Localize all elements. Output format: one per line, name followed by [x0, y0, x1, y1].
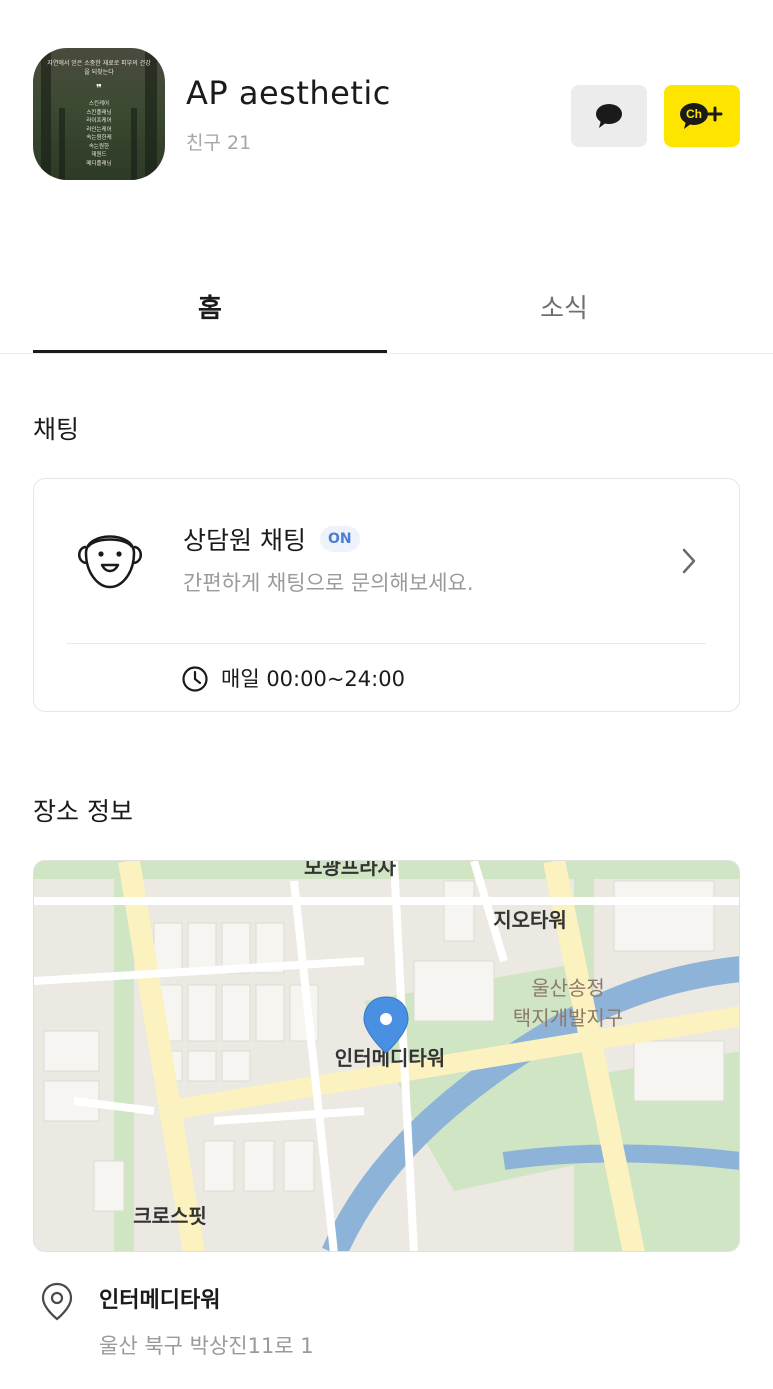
channel-add-icon: Ch [680, 103, 723, 129]
svg-text:크로스핏: 크로스핏 [133, 1204, 207, 1228]
chat-bubble-icon [596, 104, 622, 128]
place-address[interactable]: 울산 북구 박상진11로 1 [99, 1330, 314, 1360]
add-channel-button[interactable]: Ch [664, 85, 740, 147]
channel-avatar[interactable]: 자연에서 얻은 소중한 재료로 피부의 건강을 되찾는다 ❞ 스킨케어 스킨플래… [33, 48, 165, 180]
tab-news[interactable]: 소식 [387, 288, 741, 325]
avatar-quote: 자연에서 얻은 소중한 재료로 피부의 건강을 되찾는다 [47, 60, 151, 76]
agent-chat-title: 상담원 채팅 [183, 526, 306, 555]
svg-text:Ch: Ch [686, 107, 702, 121]
location-section-title: 장소 정보 [33, 797, 133, 826]
card-divider [66, 643, 706, 644]
avatar-item-list: 스킨케어 스킨플래닝 라이프케어 라인는케어 속는원한케 속는원한 재원드 메디… [86, 101, 112, 167]
chevron-right-icon [682, 548, 696, 574]
agent-chat-card[interactable]: 상담원 채팅 ON 간편하게 채팅으로 문의해보세요. 매일 00:00~24:… [33, 478, 740, 712]
friend-count: 친구 21 [186, 132, 252, 154]
tab-divider [0, 353, 773, 354]
clock-icon [182, 666, 208, 692]
svg-text:지오타워: 지오타워 [493, 908, 567, 932]
location-map[interactable]: 모광프라자 지오타워 울산송정 택지개발지구 인터메디타워 크로스핏 [33, 860, 740, 1252]
chat-button[interactable] [571, 85, 647, 147]
svg-text:울산송정: 울산송정 [531, 976, 605, 1000]
svg-text:택지개발지구: 택지개발지구 [513, 1006, 623, 1030]
operating-hours: 매일 00:00~24:00 [221, 667, 405, 691]
agent-chat-description: 간편하게 채팅으로 문의해보세요. [183, 571, 474, 595]
channel-name: AP aesthetic [186, 74, 391, 112]
status-badge: ON [320, 526, 360, 552]
map-canvas: 모광프라자 지오타워 울산송정 택지개발지구 인터메디타워 크로스핏 [34, 861, 739, 1251]
quote-mark-icon: ❞ [96, 82, 102, 95]
tab-home[interactable]: 홈 [33, 288, 387, 325]
place-name: 인터메디타워 [99, 1288, 221, 1313]
location-pin-icon [41, 1282, 73, 1321]
chat-section-title: 채팅 [33, 415, 80, 444]
agent-face-icon [78, 535, 142, 589]
svg-text:모광프라자: 모광프라자 [304, 861, 397, 879]
